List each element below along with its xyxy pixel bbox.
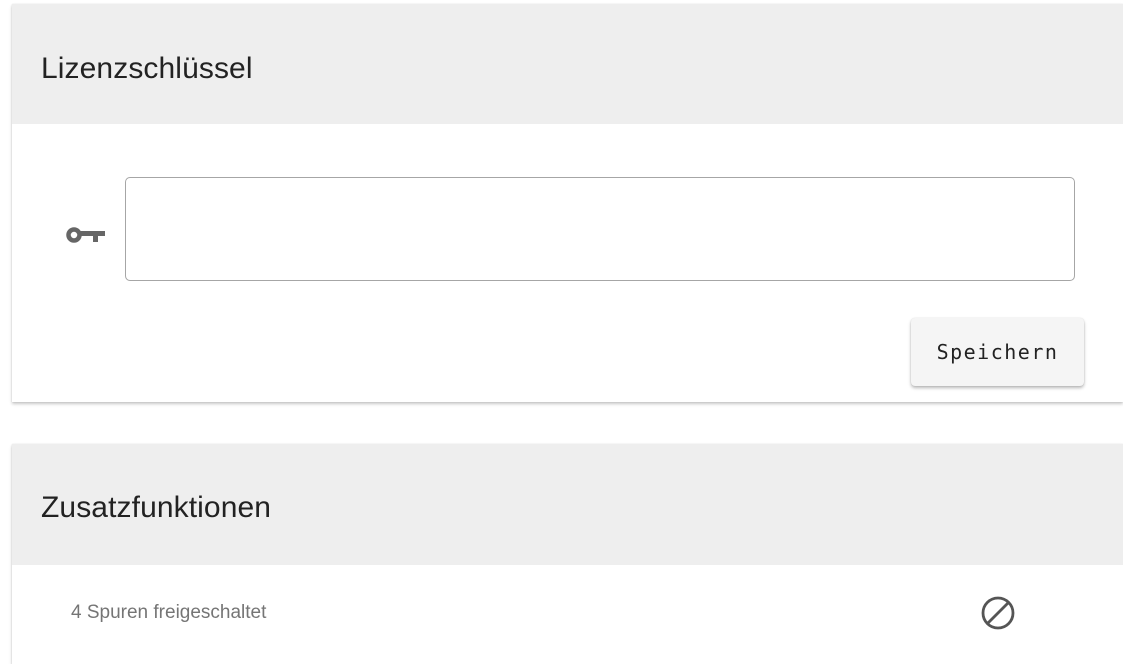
additional-features-title: Zusatzfunktionen: [41, 491, 272, 524]
save-button[interactable]: Speichern: [911, 318, 1084, 386]
license-key-card: Lizenzschlüssel Speichern: [12, 4, 1123, 402]
feature-label: 4 Spuren freigeschaltet: [71, 602, 267, 623]
additional-features-card-header: Zusatzfunktionen: [12, 444, 1123, 565]
license-key-title: Lizenzschlüssel: [41, 52, 253, 85]
blocked-icon: [978, 593, 1018, 633]
license-key-card-header: Lizenzschlüssel: [12, 4, 1123, 124]
feature-row-4-tracks: 4 Spuren freigeschaltet: [12, 565, 1123, 655]
license-key-input[interactable]: [125, 177, 1075, 281]
key-icon: [66, 225, 106, 245]
additional-features-card: Zusatzfunktionen 4 Spuren freigeschaltet: [12, 444, 1123, 664]
